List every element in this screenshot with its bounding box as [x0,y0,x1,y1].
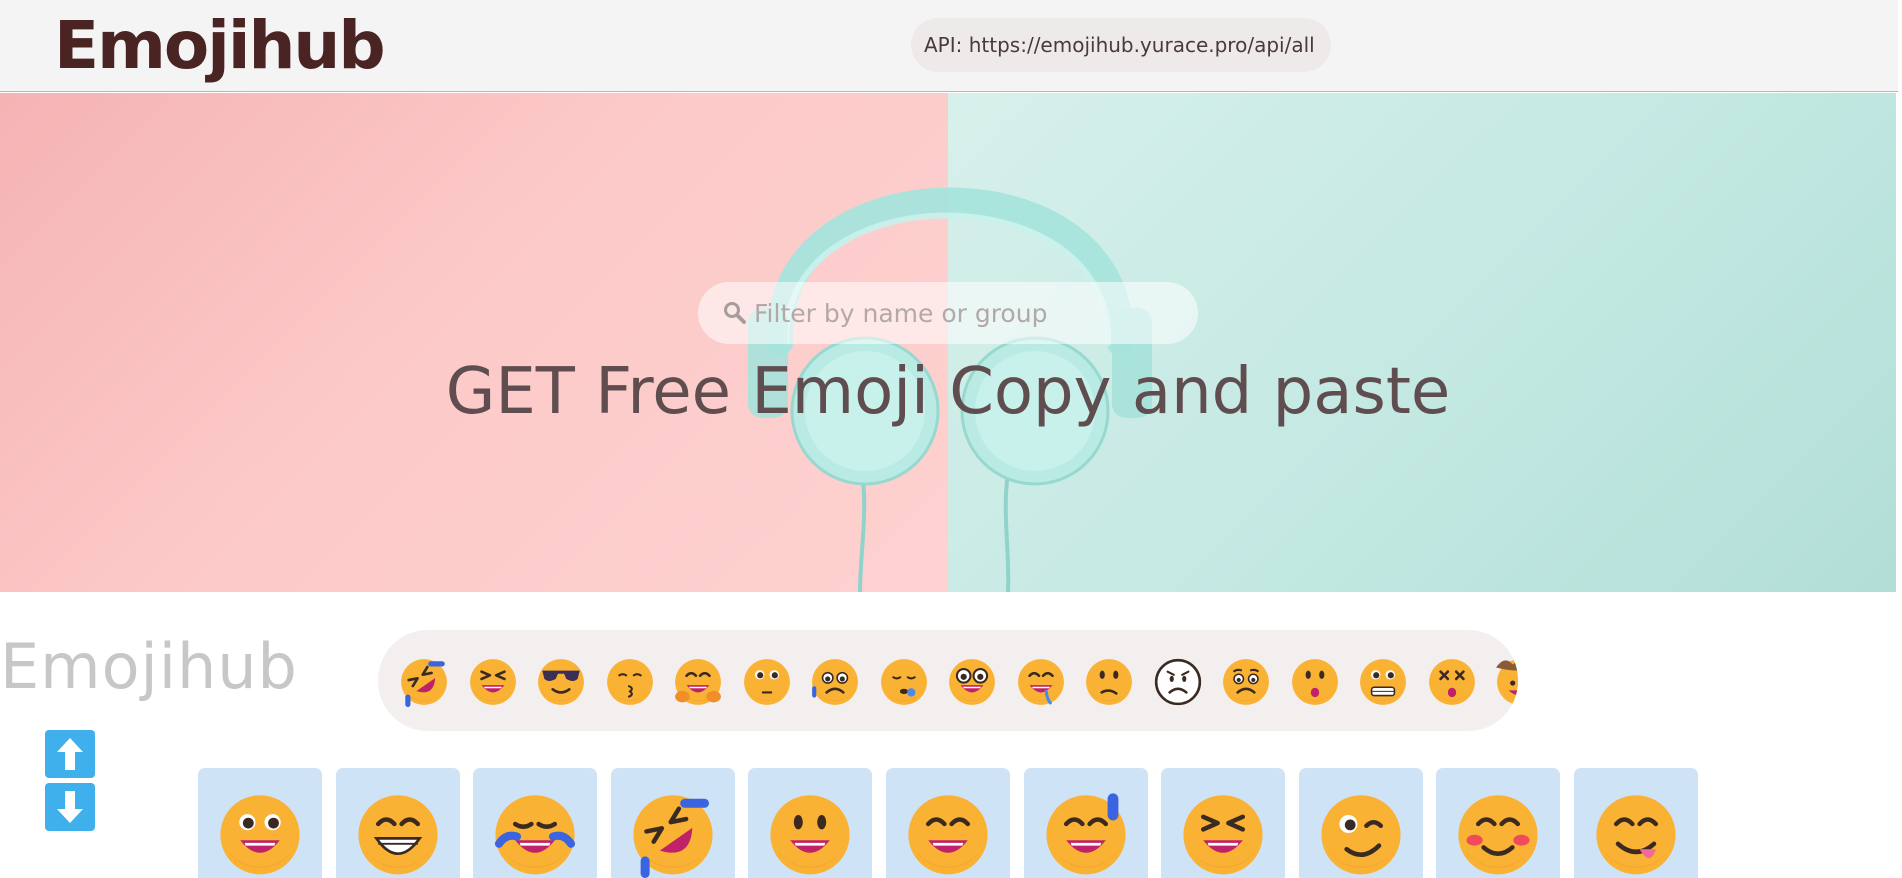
grimacing-icon[interactable] [1357,655,1409,707]
confused-icon[interactable] [1083,655,1135,707]
yum-icon [1591,788,1681,878]
squinting-grin-icon[interactable] [467,655,519,707]
emoji-card[interactable] [335,768,460,878]
section-brand-text: Emojihub [0,630,298,703]
pleading-sweat-icon[interactable] [809,655,861,707]
api-endpoint-link[interactable]: API: https://emojihub.yurace.pro/api/all [911,18,1331,72]
beaming-face-icon [353,788,443,878]
sleepy-icon[interactable] [878,655,930,707]
arrow-up-icon [57,738,83,770]
anguished-icon[interactable] [1289,655,1341,707]
grinning-big-eyes-icon [765,788,855,878]
kissing-icon[interactable] [604,655,656,707]
rofl-icon [628,788,718,878]
hugging-icon[interactable] [672,655,724,707]
rofl-icon[interactable] [398,655,450,707]
top-bar: Emojihub API: https://emojihub.yurace.pr… [0,0,1898,92]
cowboy-partial-icon[interactable] [1494,655,1518,707]
winking-icon [1316,788,1406,878]
hero-title: GET Free Emoji Copy and paste [445,355,1451,429]
emoji-card[interactable] [1436,768,1561,878]
emoji-category-strip[interactable] [378,630,1518,731]
emoji-card[interactable] [1573,768,1698,878]
scroll-down-button[interactable] [45,783,95,831]
logo[interactable]: Emojihub [54,6,386,86]
nerd-icon[interactable] [946,655,998,707]
sunglasses-icon[interactable] [535,655,587,707]
hero-banner: GET Free Emoji Copy and paste [0,93,1896,592]
grinning-sweat-icon [1041,788,1131,878]
tears-of-joy-icon [490,788,580,878]
flushed-icon[interactable] [741,655,793,707]
emoji-card[interactable] [473,768,598,878]
dizzy-icon[interactable] [1426,655,1478,707]
smiling-blush-icon [1453,788,1543,878]
emoji-card[interactable] [1161,768,1286,878]
drooling-icon[interactable] [1015,655,1067,707]
grinning-smiling-eyes-icon [903,788,993,878]
emoji-card[interactable] [610,768,735,878]
emoji-card-grid [198,768,1712,878]
search-icon [722,300,748,326]
emoji-card[interactable] [885,768,1010,878]
search-input[interactable] [754,298,1174,328]
search-field[interactable] [698,282,1198,344]
page: Emojihub API: https://emojihub.yurace.pr… [0,0,1902,878]
squinting-grin-icon [1178,788,1268,878]
emoji-card[interactable] [748,768,873,878]
emoji-card[interactable] [1023,768,1148,878]
worried-icon[interactable] [1220,655,1272,707]
arrow-down-icon [57,791,83,823]
emoji-card[interactable] [198,768,322,878]
scroll-up-button[interactable] [45,730,95,778]
grinning-face-icon [215,788,305,878]
emoji-card[interactable] [1298,768,1423,878]
frowning-outline-icon[interactable] [1152,655,1204,707]
